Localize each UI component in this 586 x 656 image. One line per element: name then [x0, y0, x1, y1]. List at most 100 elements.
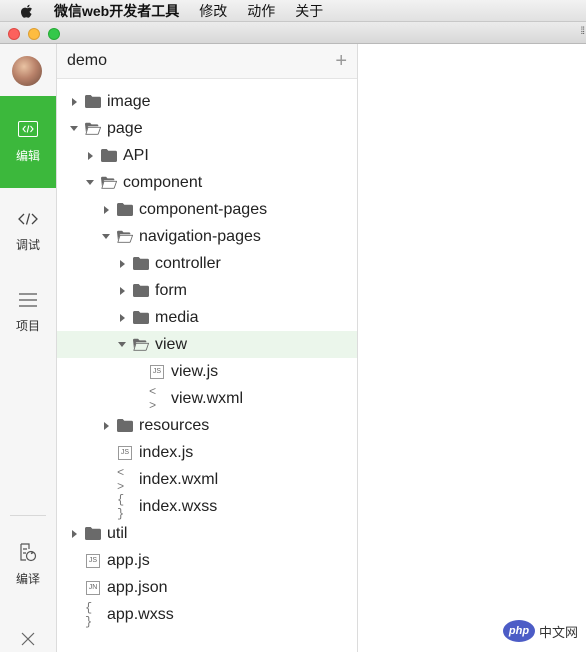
add-file-icon[interactable]: +: [335, 51, 347, 71]
tree-file-row[interactable]: JN app.json: [57, 574, 357, 601]
tree-item-label: app.js: [107, 551, 150, 569]
tree-folder-row[interactable]: media: [57, 304, 357, 331]
chevron-right-icon[interactable]: [117, 259, 127, 269]
chevron-right-icon[interactable]: [69, 97, 79, 107]
chevron-right-icon[interactable]: [117, 286, 127, 296]
code-icon: [18, 120, 38, 137]
compile-icon: [17, 542, 39, 564]
project-tool-button[interactable]: 项目: [0, 289, 56, 334]
js-file-icon: JS: [117, 445, 133, 460]
window-minimize-button[interactable]: [28, 28, 40, 40]
menu-item-edit[interactable]: 修改: [199, 1, 227, 21]
folder-open-icon: [101, 176, 117, 190]
tree-item-label: view.wxml: [171, 389, 244, 407]
tree-folder-row[interactable]: controller: [57, 250, 357, 277]
tree-file-row[interactable]: { } index.wxss: [57, 493, 357, 521]
folder-open-icon: [85, 122, 101, 136]
menu-lines-icon: [17, 289, 39, 311]
folder-icon: [117, 203, 133, 217]
compile-tool-label: 编译: [15, 572, 40, 586]
tree-folder-row[interactable]: view: [57, 331, 357, 358]
chevron-right-icon[interactable]: [85, 151, 95, 161]
wxml-file-icon: < >: [117, 466, 133, 494]
editor-area[interactable]: [358, 44, 586, 652]
tree-item-label: util: [107, 524, 128, 542]
tree-item-label: app.wxss: [107, 605, 174, 623]
tree-item-label: form: [155, 281, 187, 299]
tree-item-label: view.js: [171, 362, 219, 380]
js-file-badge: JS: [150, 364, 164, 379]
wxss-file-glyph: { }: [85, 600, 93, 629]
compile-tool-button[interactable]: 编译: [0, 542, 56, 587]
panel-header: demo +: [57, 44, 357, 79]
tree-file-row[interactable]: JS app.js: [57, 547, 357, 574]
tree-item-label: index.wxml: [139, 470, 219, 488]
chevron-down-icon[interactable]: [117, 340, 127, 350]
menu-item-about[interactable]: 关于: [295, 1, 323, 21]
folder-open-icon: [117, 230, 133, 244]
tree-folder-row[interactable]: image: [57, 88, 357, 115]
tree-folder-row[interactable]: resources: [57, 412, 357, 439]
watermark-logo: php: [502, 620, 535, 642]
watermark: php 中文网: [502, 620, 578, 642]
chevron-down-icon[interactable]: [101, 232, 111, 242]
tree-folder-row[interactable]: page: [57, 115, 357, 142]
debug-tool-button[interactable]: 调试: [0, 208, 56, 253]
tree-item-label: resources: [139, 416, 210, 434]
tree-folder-row[interactable]: API: [57, 142, 357, 169]
tree-file-row[interactable]: JS index.js: [57, 439, 357, 466]
avatar[interactable]: [12, 56, 42, 86]
project-tool-label: 项目: [15, 319, 40, 333]
window-titlebar: ⁞⁞: [0, 22, 586, 44]
tree-file-row[interactable]: { } app.wxss: [57, 601, 357, 629]
project-name: demo: [67, 52, 108, 69]
menu-app-name[interactable]: 微信web开发者工具: [54, 1, 179, 21]
folder-icon: [85, 527, 101, 541]
folder-icon: [117, 419, 133, 433]
file-tree-panel: demo + image page API component component-pa…: [57, 44, 358, 652]
tree-item-label: app.json: [107, 578, 168, 596]
chevron-right-icon[interactable]: [117, 313, 127, 323]
edit-tool-button[interactable]: 编辑: [0, 96, 56, 188]
js-file-badge: JS: [86, 553, 100, 568]
tree-item-label: image: [107, 92, 151, 110]
js-file-icon: JS: [149, 364, 165, 379]
folder-icon: [101, 149, 117, 163]
folder-icon: [133, 311, 149, 325]
chevron-right-icon[interactable]: [101, 421, 111, 431]
chevron-down-icon[interactable]: [69, 124, 79, 134]
left-toolbar: 编辑 调试 项目 编译: [0, 44, 57, 652]
resize-grip-icon[interactable]: ⁞⁞: [580, 26, 584, 37]
folder-open-icon: [133, 338, 149, 352]
folder-icon: [133, 257, 149, 271]
tree-folder-row[interactable]: util: [57, 520, 357, 547]
wxss-file-icon: { }: [117, 493, 133, 521]
menu-item-action[interactable]: 动作: [247, 1, 275, 21]
tree-item-label: index.js: [139, 443, 194, 461]
folder-icon: [85, 95, 101, 109]
tree-file-row[interactable]: < > index.wxml: [57, 466, 357, 494]
debug-code-icon: [17, 208, 39, 230]
wxml-file-glyph: < >: [149, 384, 157, 413]
toolbar-divider: [10, 515, 46, 516]
folder-icon: [133, 284, 149, 298]
tree-file-row[interactable]: < > view.wxml: [57, 384, 357, 413]
tree-folder-row[interactable]: component: [57, 169, 357, 196]
tree-folder-row[interactable]: navigation-pages: [57, 223, 357, 250]
tree-item-label: page: [107, 119, 143, 137]
tree-file-row[interactable]: JS view.js: [57, 358, 357, 385]
wxml-file-glyph: < >: [117, 465, 125, 494]
menu-bar: 微信web开发者工具 修改 动作 关于: [0, 0, 586, 22]
apple-icon[interactable]: [20, 4, 34, 18]
js-file-badge: JS: [118, 445, 132, 460]
tree-folder-row[interactable]: form: [57, 277, 357, 304]
chevron-right-icon[interactable]: [69, 529, 79, 539]
window-maximize-button[interactable]: [48, 28, 60, 40]
window-close-button[interactable]: [8, 28, 20, 40]
tree-folder-row[interactable]: component-pages: [57, 196, 357, 223]
chevron-right-icon[interactable]: [101, 205, 111, 215]
debug-tool-label: 调试: [15, 238, 40, 252]
wxss-file-icon: { }: [85, 601, 101, 629]
tree-item-label: component: [123, 173, 203, 191]
chevron-down-icon[interactable]: [85, 178, 95, 188]
